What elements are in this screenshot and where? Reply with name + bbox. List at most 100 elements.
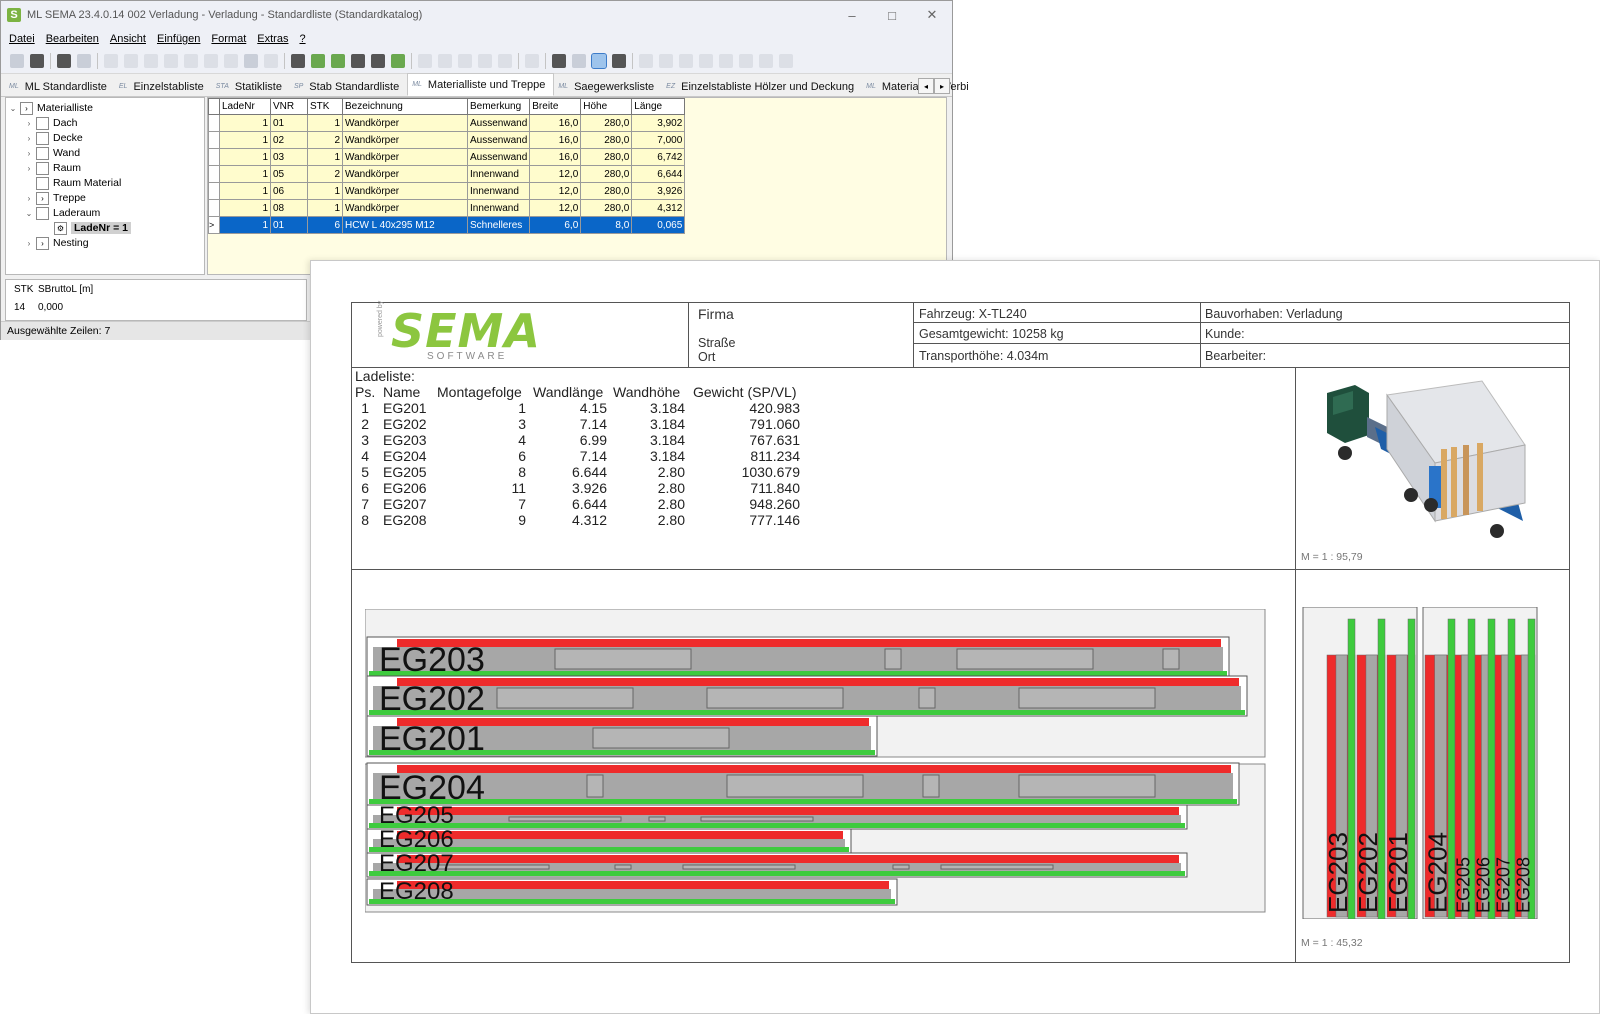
chevron-right-icon[interactable]: › xyxy=(24,194,34,203)
nesting-icon[interactable] xyxy=(552,54,566,68)
move-icon[interactable] xyxy=(204,54,218,68)
table-cell-vnr[interactable]: 01 xyxy=(270,114,308,132)
row-header[interactable] xyxy=(208,199,220,217)
table-icon[interactable] xyxy=(371,54,385,68)
settings-icon[interactable] xyxy=(572,54,586,68)
group-icon[interactable] xyxy=(719,54,733,68)
window-icon[interactable] xyxy=(351,54,365,68)
chevron-right-icon[interactable]: › xyxy=(24,164,34,173)
table-cell-länge[interactable]: 3,902 xyxy=(631,114,686,132)
table-cell-bemerkung[interactable]: Aussenwand xyxy=(466,114,531,132)
table-cell-bezeichnung[interactable]: Wandkörper xyxy=(342,114,468,132)
col-stk[interactable]: STK xyxy=(307,98,343,115)
print-icon[interactable] xyxy=(57,54,71,68)
row-header[interactable]: > xyxy=(208,216,220,234)
table-row[interactable]: 1 06 1 Wandkörper Innenwand 12,0 280,0 3,926 xyxy=(208,182,686,200)
table-cell-breite[interactable]: 12,0 xyxy=(529,199,582,217)
table-cell-stk[interactable]: 2 xyxy=(307,131,343,149)
frame-icon[interactable] xyxy=(478,54,492,68)
table-row[interactable]: 1 01 1 Wandkörper Aussenwand 16,0 280,0 3,902 xyxy=(208,114,686,132)
table-cell-vnr[interactable]: 06 xyxy=(270,182,308,200)
table-cell-stk[interactable]: 1 xyxy=(307,148,343,166)
table-cell-ladenr[interactable]: 1 xyxy=(219,148,271,166)
filter-icon[interactable] xyxy=(418,54,432,68)
table-cell-bemerkung[interactable]: Innenwand xyxy=(466,182,531,200)
grid-icon[interactable] xyxy=(779,54,793,68)
table-cell-ladenr[interactable]: 1 xyxy=(219,114,271,132)
table-cell-länge[interactable]: 4,312 xyxy=(631,199,686,217)
table-cell-vnr[interactable]: 02 xyxy=(270,131,308,149)
chevron-right-icon[interactable]: › xyxy=(24,119,34,128)
table-cell-länge[interactable]: 7,000 xyxy=(631,131,686,149)
tab-scroll-right-icon[interactable]: ▸ xyxy=(934,78,950,94)
table-row[interactable]: 1 08 1 Wandkörper Innenwand 12,0 280,0 4,312 xyxy=(208,199,686,217)
table-cell-vnr[interactable]: 08 xyxy=(270,199,308,217)
table-cell-länge[interactable]: 3,926 xyxy=(631,182,686,200)
table-cell-breite[interactable]: 6,0 xyxy=(529,216,582,234)
paste-icon[interactable] xyxy=(264,54,278,68)
table-cell-höhe[interactable]: 280,0 xyxy=(580,199,633,217)
export-icon[interactable] xyxy=(525,54,539,68)
table-cell-bemerkung[interactable]: Innenwand xyxy=(466,165,531,183)
tree-node-materialliste[interactable]: ⌄ › Materialliste xyxy=(8,101,93,115)
col-bemerkung[interactable]: Bemerkung xyxy=(466,98,531,115)
tab-einzelstabliste[interactable]: EL Einzelstabliste xyxy=(115,77,212,96)
spell-check-icon[interactable] xyxy=(144,54,158,68)
table-cell-bemerkung[interactable]: Innenwand xyxy=(466,199,531,217)
close-button[interactable]: ✕ xyxy=(912,7,952,23)
table-cell-höhe[interactable]: 280,0 xyxy=(580,165,633,183)
table-row[interactable]: >1 01 6 HCW L 40x295 M12 Schnelleres 6,0 8,0 0,… xyxy=(208,216,686,234)
table-cell-höhe[interactable]: 280,0 xyxy=(580,131,633,149)
table-cell-ladenr[interactable]: 1 xyxy=(219,131,271,149)
edit-list-icon[interactable] xyxy=(311,54,325,68)
table-cell-bezeichnung[interactable]: Wandkörper xyxy=(342,148,468,166)
table-cell-vnr[interactable]: 03 xyxy=(270,148,308,166)
layers-icon[interactable] xyxy=(458,54,472,68)
check-list-icon[interactable] xyxy=(331,54,345,68)
row-header[interactable] xyxy=(208,148,220,166)
menu-bearbeiten[interactable]: Bearbeiten xyxy=(46,33,99,45)
calculate-icon[interactable] xyxy=(391,54,405,68)
tree-node-laderaum[interactable]: ⌄ Laderaum xyxy=(24,206,100,220)
tab-statikliste[interactable]: STA Statikliste xyxy=(212,77,290,96)
table-cell-bezeichnung[interactable]: Wandkörper xyxy=(342,131,468,149)
table-cell-bemerkung[interactable]: Aussenwand xyxy=(466,131,531,149)
row-header[interactable] xyxy=(208,131,220,149)
tree-node-decke[interactable]: › Decke xyxy=(24,131,83,145)
tree-node-raum[interactable]: › Raum xyxy=(24,161,81,175)
table-cell-breite[interactable]: 16,0 xyxy=(529,114,582,132)
expand-box-icon[interactable]: › xyxy=(36,236,49,250)
table-cell-länge[interactable]: 0,065 xyxy=(631,216,686,234)
tab-einzelstabliste-hoelzer[interactable]: EZ Einzelstabliste Hölzer und Deckung xyxy=(662,77,862,96)
cut-icon[interactable] xyxy=(104,54,118,68)
chevron-right-icon[interactable]: › xyxy=(24,239,34,248)
table-cell-stk[interactable]: 1 xyxy=(307,199,343,217)
table-cell-breite[interactable]: 16,0 xyxy=(529,148,582,166)
copy-icon[interactable] xyxy=(124,54,138,68)
open-icon[interactable] xyxy=(10,54,24,68)
table-cell-länge[interactable]: 6,742 xyxy=(631,148,686,166)
menu-ansicht[interactable]: Ansicht xyxy=(110,33,146,45)
wrench-icon[interactable] xyxy=(739,54,753,68)
menu-einfuegen[interactable]: Einfügen xyxy=(157,33,200,45)
col-bezeichnung[interactable]: Bezeichnung xyxy=(342,98,468,115)
table-cell-bezeichnung[interactable]: Wandkörper xyxy=(342,182,468,200)
menu-help[interactable]: ? xyxy=(299,33,305,45)
chevron-right-icon[interactable]: › xyxy=(24,149,34,158)
table-cell-bezeichnung[interactable]: Wandkörper xyxy=(342,165,468,183)
menu-datei[interactable]: Datei xyxy=(9,33,35,45)
table-cell-höhe[interactable]: 280,0 xyxy=(580,114,633,132)
tree-node-treppe[interactable]: › › Treppe xyxy=(24,191,86,205)
brush-icon[interactable] xyxy=(759,54,773,68)
chevron-right-icon[interactable]: › xyxy=(24,134,34,143)
table-cell-bezeichnung[interactable]: Wandkörper xyxy=(342,199,468,217)
table-cell-vnr[interactable]: 05 xyxy=(270,165,308,183)
expand-box-icon[interactable]: › xyxy=(36,191,49,205)
row-header[interactable] xyxy=(208,114,220,132)
row-header[interactable] xyxy=(208,165,220,183)
table-row[interactable]: 1 02 2 Wandkörper Aussenwand 16,0 280,0 7,000 xyxy=(208,131,686,149)
table-cell-stk[interactable]: 1 xyxy=(307,114,343,132)
measure-icon[interactable] xyxy=(679,54,693,68)
refresh-icon[interactable] xyxy=(291,54,305,68)
menu-extras[interactable]: Extras xyxy=(257,33,288,45)
